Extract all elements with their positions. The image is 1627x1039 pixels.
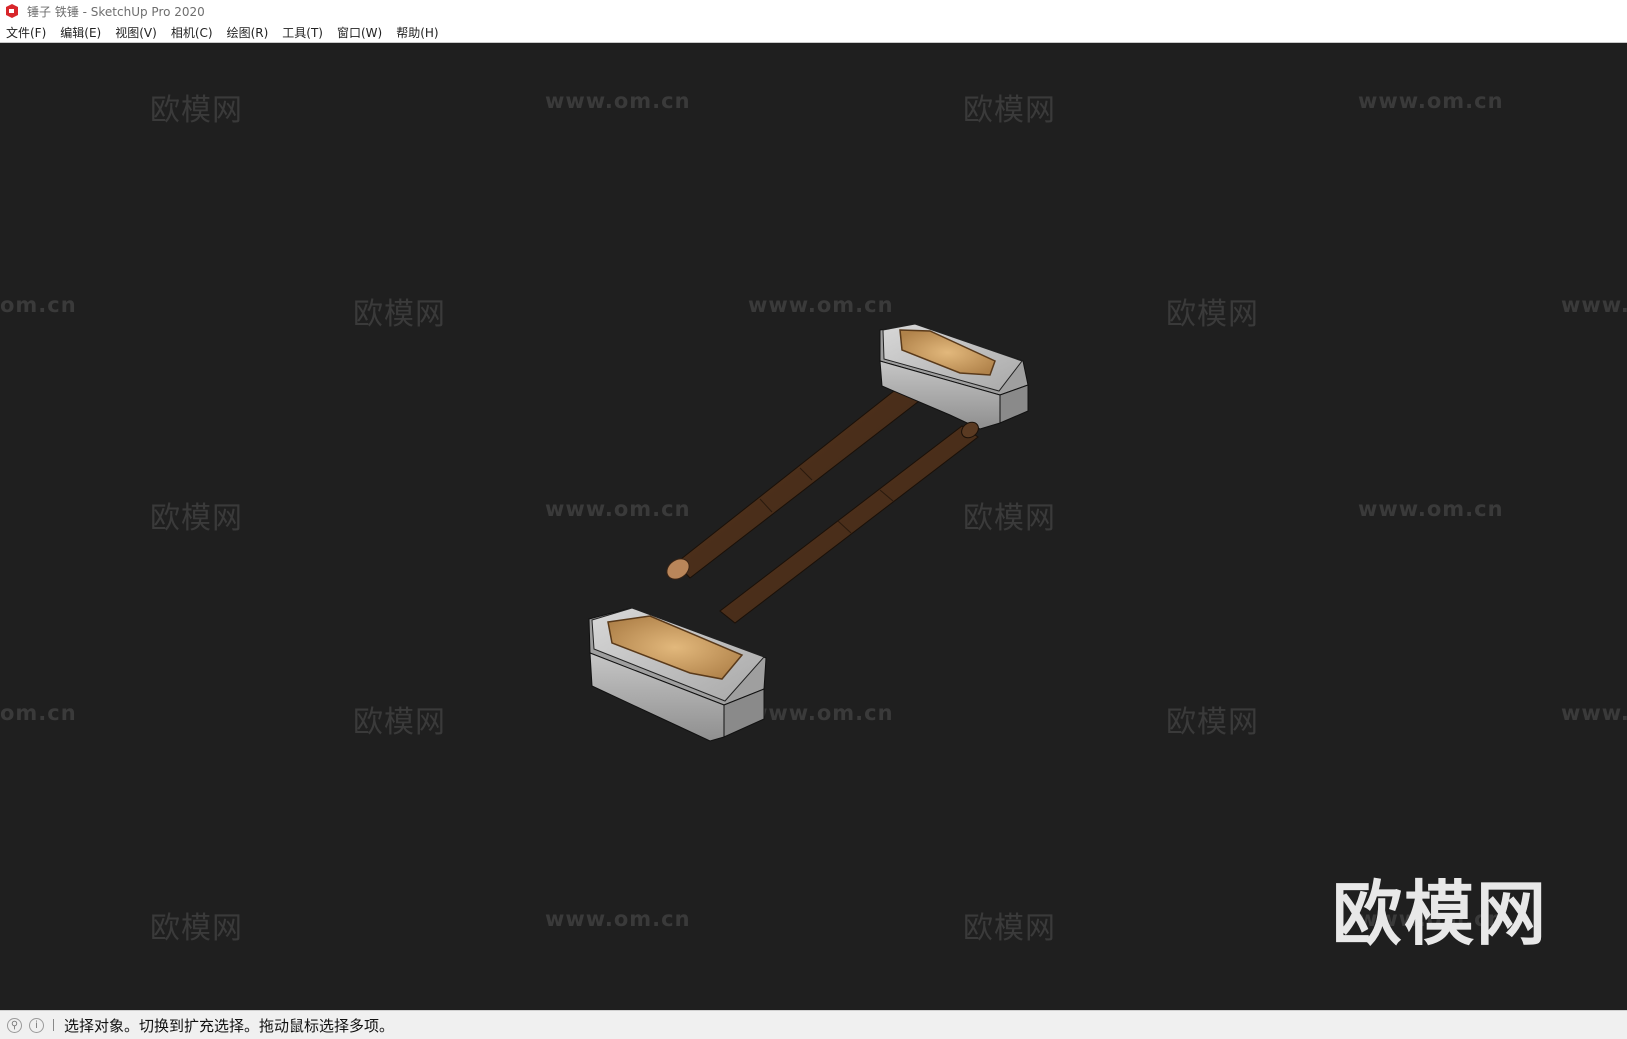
title-bar: 锤子 铁锤 - SketchUp Pro 2020 bbox=[0, 0, 1627, 22]
hammer-lower[interactable] bbox=[588, 419, 981, 742]
status-message: 选择对象。切换到扩充选择。拖动鼠标选择多项。 bbox=[64, 1016, 395, 1035]
menu-tools[interactable]: 工具(T) bbox=[275, 24, 330, 41]
model-viewport[interactable]: 欧模网 www.om.cn 欧模网 www.om.cn om.cn 欧模网 ww… bbox=[0, 43, 1627, 1010]
menu-camera[interactable]: 相机(C) bbox=[164, 24, 220, 41]
menu-edit[interactable]: 编辑(E) bbox=[53, 24, 108, 41]
brand-logo: 欧模网 bbox=[1332, 873, 1548, 955]
menu-window[interactable]: 窗口(W) bbox=[330, 24, 389, 41]
status-bar: ⚲ i 选择对象。切换到扩充选择。拖动鼠标选择多项。 bbox=[0, 1010, 1627, 1039]
window-title: 锤子 铁锤 - SketchUp Pro 2020 bbox=[27, 4, 205, 19]
info-icon[interactable]: i bbox=[29, 1017, 44, 1033]
menu-help[interactable]: 帮助(H) bbox=[389, 24, 445, 41]
menu-bar: 文件(F) 编辑(E) 视图(V) 相机(C) 绘图(R) 工具(T) 窗口(W… bbox=[0, 22, 1627, 43]
menu-view[interactable]: 视图(V) bbox=[108, 24, 164, 41]
status-divider bbox=[53, 1019, 54, 1031]
geo-location-icon[interactable]: ⚲ bbox=[7, 1017, 22, 1033]
menu-draw[interactable]: 绘图(R) bbox=[220, 24, 276, 41]
menu-file[interactable]: 文件(F) bbox=[0, 24, 53, 41]
hammer-upper[interactable] bbox=[663, 323, 1029, 583]
sketchup-logo-icon bbox=[6, 4, 18, 18]
